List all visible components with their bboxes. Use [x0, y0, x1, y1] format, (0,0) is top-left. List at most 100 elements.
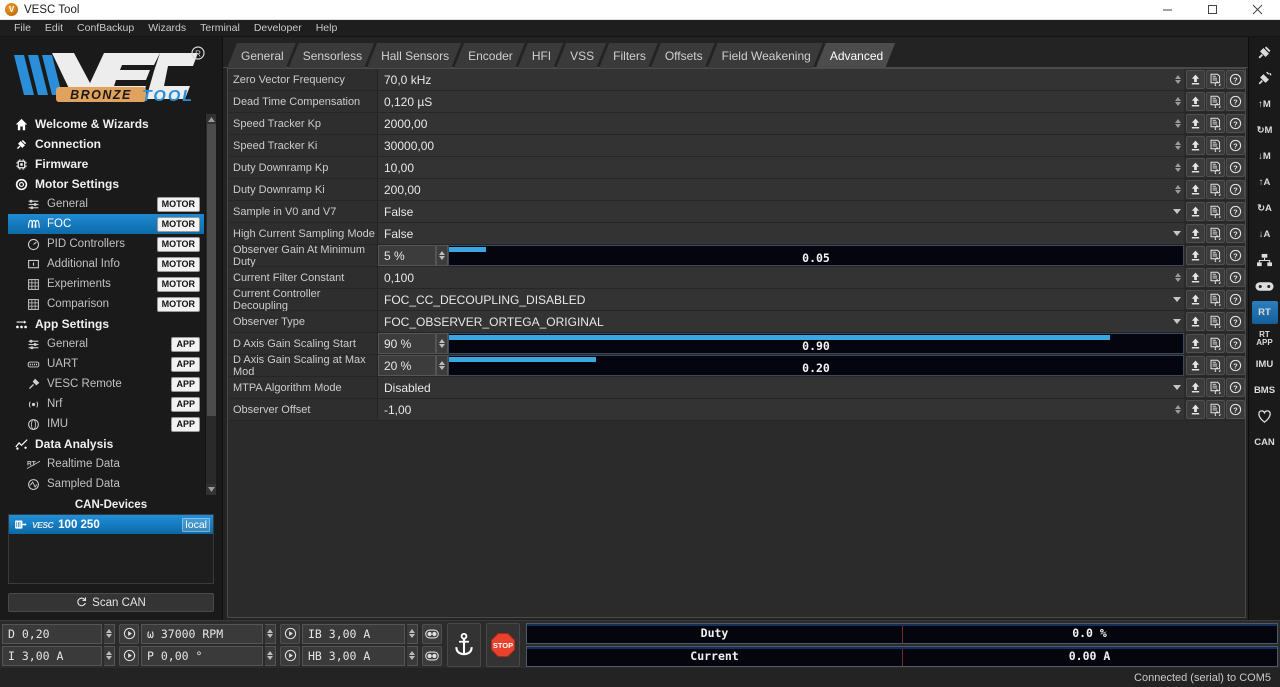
rpm-field[interactable]: ω 37000 RPM: [141, 623, 263, 644]
reboot-app-icon[interactable]: ↻A: [1252, 197, 1278, 220]
scroll-down-icon[interactable]: [206, 484, 216, 495]
read-default-icon[interactable]: [1206, 290, 1225, 309]
slider-track[interactable]: [449, 356, 1183, 362]
parameter-input[interactable]: False: [378, 201, 1170, 222]
read-default-icon[interactable]: [1206, 246, 1225, 265]
parameter-input[interactable]: FOC_OBSERVER_ORTEGA_ORIGINAL: [378, 311, 1170, 332]
current-field[interactable]: I 3,00 A: [2, 645, 102, 666]
hb-stepper[interactable]: [407, 645, 418, 666]
parameter-stepper[interactable]: [1172, 399, 1184, 420]
parameter-stepper[interactable]: [1172, 69, 1184, 90]
heart-icon[interactable]: [1252, 405, 1278, 428]
parameter-slider[interactable]: 0.90: [448, 333, 1184, 354]
sidebar-item-data-analysis[interactable]: Data Analysis: [8, 434, 204, 454]
help-icon[interactable]: ?: [1226, 114, 1245, 133]
help-icon[interactable]: ?: [1226, 180, 1245, 199]
read-default-icon[interactable]: [1206, 224, 1225, 243]
help-icon[interactable]: ?: [1226, 334, 1245, 353]
connect-icon[interactable]: [1252, 41, 1278, 64]
parameter-input[interactable]: 20 %: [378, 355, 436, 376]
menu-confbackup[interactable]: ConfBackup: [70, 20, 141, 37]
can-icon[interactable]: CAN: [1252, 431, 1278, 454]
upload-icon[interactable]: [1186, 114, 1205, 133]
menu-developer[interactable]: Developer: [247, 20, 309, 37]
write-motor-icon[interactable]: ↑M: [1252, 93, 1278, 116]
imu-icon[interactable]: IMU: [1252, 353, 1278, 376]
sidebar-item-comparison[interactable]: Comparison MOTOR: [8, 294, 204, 314]
disconnect-icon[interactable]: [1252, 67, 1278, 90]
duty-field[interactable]: D 0,20: [2, 623, 102, 644]
upload-icon[interactable]: [1186, 136, 1205, 155]
parameter-slider[interactable]: 0.05: [448, 245, 1184, 266]
read-motor-icon[interactable]: ↓M: [1252, 145, 1278, 168]
read-app-icon[interactable]: ↓A: [1252, 223, 1278, 246]
upload-icon[interactable]: [1186, 224, 1205, 243]
menu-terminal[interactable]: Terminal: [193, 20, 247, 37]
parameter-input[interactable]: 5 %: [378, 245, 436, 266]
rpm-stepper[interactable]: [265, 623, 276, 644]
can-network-icon[interactable]: [1252, 249, 1278, 272]
read-default-icon[interactable]: [1206, 334, 1225, 353]
parameter-input[interactable]: 2000,00: [378, 113, 1172, 134]
help-icon[interactable]: ?: [1226, 158, 1245, 177]
write-app-icon[interactable]: ↑A: [1252, 171, 1278, 194]
help-icon[interactable]: ?: [1226, 290, 1245, 309]
duty-stepper[interactable]: [104, 623, 115, 644]
tab-vss[interactable]: VSS: [556, 43, 606, 68]
parameter-stepper[interactable]: [1172, 267, 1184, 288]
parameter-input[interactable]: -1,00: [378, 399, 1172, 420]
current-play-icon[interactable]: [119, 645, 139, 666]
ib-field[interactable]: IB 3,00 A: [302, 623, 405, 644]
sidebar-item-app-settings[interactable]: App Settings: [8, 314, 204, 334]
parameter-stepper[interactable]: [436, 333, 448, 354]
sidebar-item-sampled-data[interactable]: Sampled Data: [8, 474, 204, 494]
slider-track[interactable]: [449, 334, 1183, 340]
sidebar-item-motor-general[interactable]: General MOTOR: [8, 194, 204, 214]
parameter-stepper[interactable]: [1172, 157, 1184, 178]
upload-icon[interactable]: [1186, 92, 1205, 111]
sidebar-item-welcome-wizards[interactable]: Welcome & Wizards: [8, 114, 204, 134]
upload-icon[interactable]: [1186, 312, 1205, 331]
upload-icon[interactable]: [1186, 180, 1205, 199]
read-default-icon[interactable]: [1206, 312, 1225, 331]
read-default-icon[interactable]: [1206, 158, 1225, 177]
upload-icon[interactable]: [1186, 400, 1205, 419]
slider-track[interactable]: [449, 246, 1183, 252]
read-default-icon[interactable]: [1206, 136, 1225, 155]
realtime-app-icon[interactable]: RT APP: [1252, 327, 1278, 350]
help-icon[interactable]: ?: [1226, 378, 1245, 397]
rpm-play-icon[interactable]: [280, 623, 300, 644]
help-icon[interactable]: ?: [1226, 400, 1245, 419]
upload-icon[interactable]: [1186, 158, 1205, 177]
parameter-slider[interactable]: 0.20: [448, 355, 1184, 376]
parameter-input[interactable]: 200,00: [378, 179, 1172, 200]
sidebar-item-uart[interactable]: UART APP: [8, 354, 204, 374]
stop-button[interactable]: STOP: [486, 622, 520, 667]
read-default-icon[interactable]: [1206, 400, 1225, 419]
upload-icon[interactable]: [1186, 202, 1205, 221]
parameter-stepper[interactable]: [436, 355, 448, 376]
sidebar-item-connection[interactable]: Connection: [8, 134, 204, 154]
parameter-input[interactable]: 0,120 µS: [378, 91, 1172, 112]
help-icon[interactable]: ?: [1226, 356, 1245, 375]
sidebar-item-pid-controllers[interactable]: PID Controllers MOTOR: [8, 234, 204, 254]
scan-can-button[interactable]: Scan CAN: [8, 593, 214, 612]
current-stepper[interactable]: [104, 645, 115, 666]
upload-icon[interactable]: [1186, 70, 1205, 89]
sidebar-item-vesc-remote[interactable]: VESC Remote APP: [8, 374, 204, 394]
tab-filters[interactable]: Filters: [599, 43, 658, 68]
chevron-down-icon[interactable]: [1170, 289, 1184, 310]
chevron-down-icon[interactable]: [1170, 201, 1184, 222]
tab-hfi[interactable]: HFI: [518, 43, 563, 68]
read-default-icon[interactable]: [1206, 378, 1225, 397]
sidebar-item-additional-info[interactable]: Additional Info MOTOR: [8, 254, 204, 274]
parameter-input[interactable]: 0,100: [378, 267, 1172, 288]
sidebar-item-imu[interactable]: IMU APP: [8, 414, 204, 434]
parameter-stepper[interactable]: [1172, 113, 1184, 134]
tab-field-weakening[interactable]: Field Weakening: [708, 43, 823, 68]
help-icon[interactable]: ?: [1226, 246, 1245, 265]
parameter-input[interactable]: 30000,00: [378, 135, 1172, 156]
sidebar-item-firmware[interactable]: Firmware: [8, 154, 204, 174]
upload-icon[interactable]: [1186, 246, 1205, 265]
sidebar-item-app-general[interactable]: General APP: [8, 334, 204, 354]
